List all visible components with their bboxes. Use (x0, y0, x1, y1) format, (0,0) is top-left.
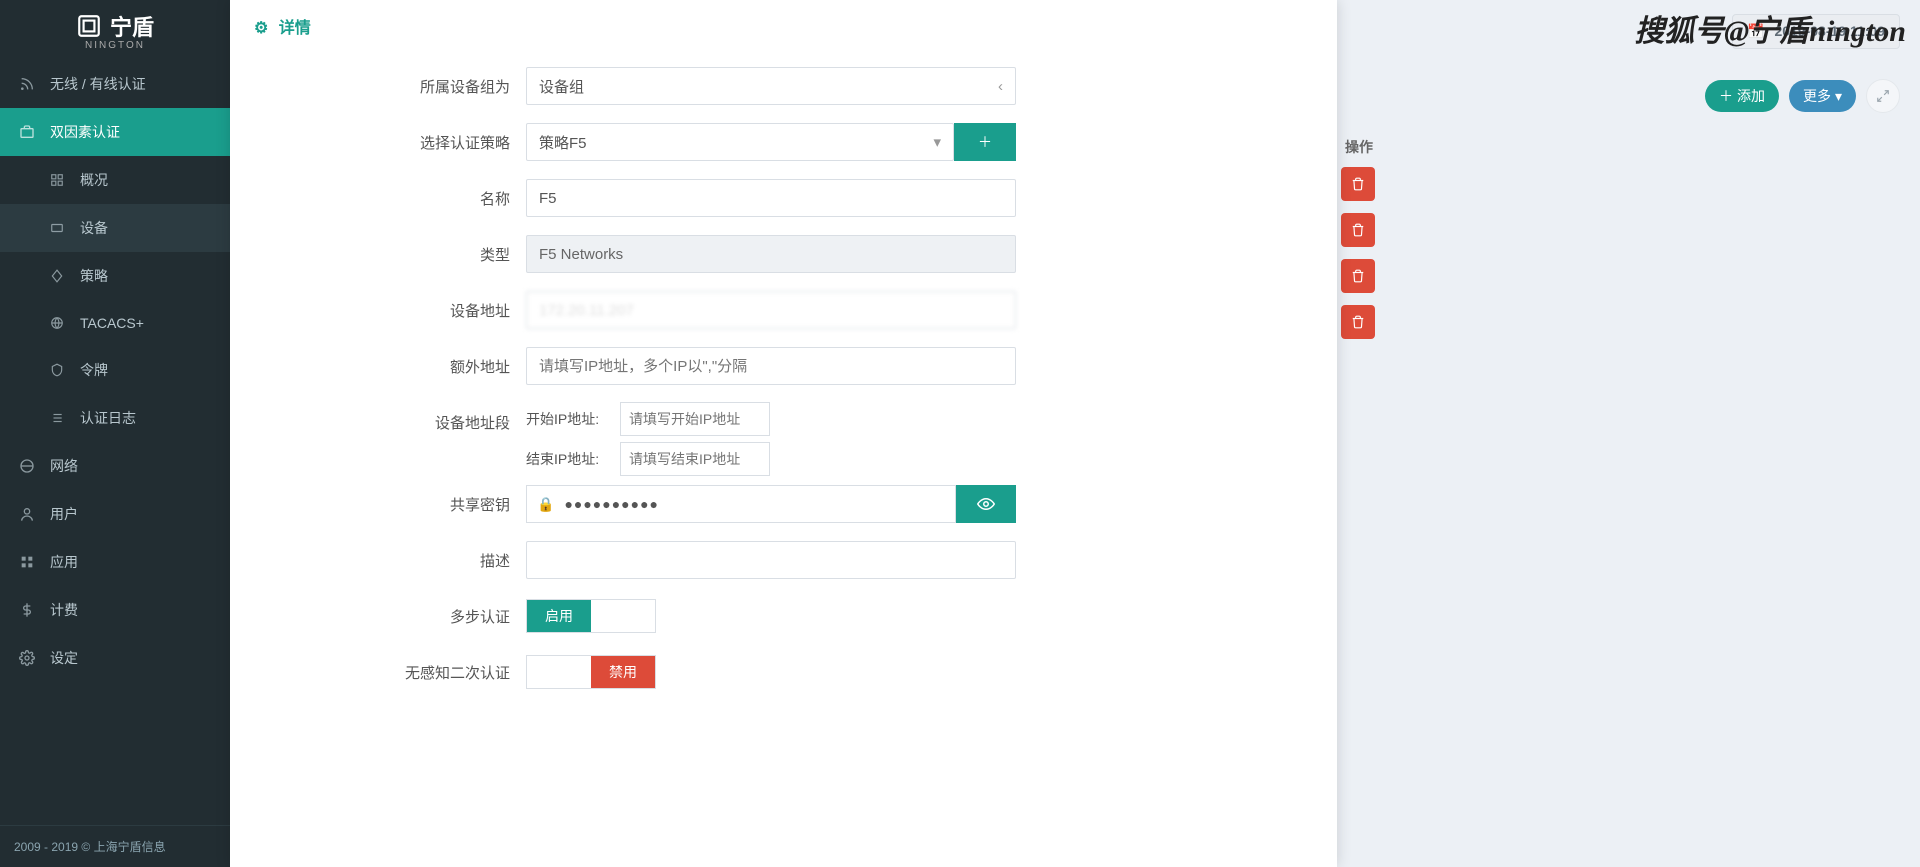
policy-select[interactable]: 策略F5 ▾ (526, 123, 954, 161)
reveal-secret-button[interactable] (956, 485, 1016, 523)
panel-title: 详情 (279, 20, 311, 37)
multistep-toggle[interactable]: 启用 (526, 599, 656, 633)
delete-row-2[interactable] (1341, 213, 1375, 247)
label-extra-addr: 额外地址 (256, 356, 526, 377)
submenu-2fa: 概况 设备 策略 TACACS+ 令牌 认证日志 (0, 156, 230, 442)
gear-icon (18, 649, 36, 667)
globe-icon (48, 314, 66, 332)
expand-button[interactable] (1866, 79, 1900, 113)
caret-down-icon: ▾ (933, 133, 941, 151)
brand-sub: NINGTON (76, 40, 154, 51)
label-group: 所属设备组为 (256, 76, 526, 97)
detail-panel: ⚙ 详情 所属设备组为 设备组 ‹ 选择认证策略 策略F5 ▾ ＋ (230, 0, 1337, 867)
subnav-overview[interactable]: 概况 (0, 156, 230, 204)
nav-billing[interactable]: 计费 (0, 586, 230, 634)
grid-icon (48, 171, 66, 189)
sidebar: 宁盾 NINGTON 无线 / 有线认证 双因素认证 概况 设备 策略 TACA… (0, 0, 230, 867)
apps-icon (18, 553, 36, 571)
subnav-token[interactable]: 令牌 (0, 346, 230, 394)
plus-icon: ＋ (1719, 86, 1733, 106)
label-type: 类型 (256, 244, 526, 265)
nav-network[interactable]: 网络 (0, 442, 230, 490)
nav-wireless-auth[interactable]: 无线 / 有线认证 (0, 60, 230, 108)
list-icon (48, 409, 66, 427)
panel-header: ⚙ 详情 (230, 0, 1337, 52)
briefcase-icon (18, 123, 36, 141)
add-button[interactable]: ＋ 添加 (1705, 80, 1779, 112)
group-select[interactable]: 设备组 ‹ (526, 67, 1016, 105)
extra-addr-input[interactable] (526, 347, 1016, 385)
user-icon (18, 505, 36, 523)
chevron-left-icon: ‹ (998, 78, 1003, 95)
subnav-authlog[interactable]: 认证日志 (0, 394, 230, 442)
label-name: 名称 (256, 188, 526, 209)
nav-app[interactable]: 应用 (0, 538, 230, 586)
globe-icon (18, 457, 36, 475)
sidebar-footer: 2009 - 2019 © 上海宁盾信息 (0, 825, 230, 867)
content-right: 📅 2019-08-19 11:09 ＋ 添加 更多 ▾ 操作 (1335, 0, 1920, 867)
label-secret: 共享密钥 (256, 494, 526, 515)
shield-icon (48, 361, 66, 379)
passive-toggle[interactable]: 禁用 (526, 655, 656, 689)
type-field: F5 Networks (526, 235, 1016, 273)
rss-icon (18, 75, 36, 93)
device-icon (48, 219, 66, 237)
name-input[interactable] (526, 179, 1016, 217)
plus-icon: ＋ (978, 132, 992, 152)
label-policy: 选择认证策略 (256, 132, 526, 153)
secret-input[interactable]: 🔒 ●●●●●●●●●● (526, 485, 956, 523)
chevron-down-icon: ▾ (1835, 88, 1842, 105)
delete-row-1[interactable] (1341, 167, 1375, 201)
label-desc: 描述 (256, 550, 526, 571)
nav-settings[interactable]: 设定 (0, 634, 230, 682)
label-end-ip: 结束IP地址: (526, 449, 620, 469)
addr-input[interactable] (526, 291, 1016, 329)
lock-icon: 🔒 (537, 496, 554, 513)
dollar-icon (18, 601, 36, 619)
label-start-ip: 开始IP地址: (526, 409, 620, 429)
subnav-policy[interactable]: 策略 (0, 252, 230, 300)
delete-row-4[interactable] (1341, 305, 1375, 339)
logo: 宁盾 NINGTON (0, 0, 230, 60)
subnav-device[interactable]: 设备 (0, 204, 230, 252)
label-passive: 无感知二次认证 (256, 662, 526, 683)
subnav-tacacs[interactable]: TACACS+ (0, 300, 230, 346)
diamond-icon (48, 267, 66, 285)
brand-name: 宁盾 (110, 10, 154, 42)
logo-icon (76, 13, 102, 39)
label-multi: 多步认证 (256, 606, 526, 627)
watermark: 搜狐号@宁盾nington (1634, 6, 1906, 50)
delete-row-3[interactable] (1341, 259, 1375, 293)
label-addr-range: 设备地址段 (256, 402, 526, 433)
add-policy-button[interactable]: ＋ (954, 123, 1016, 161)
nav-user[interactable]: 用户 (0, 490, 230, 538)
column-operate: 操作 (1341, 127, 1900, 167)
more-button[interactable]: 更多 ▾ (1789, 80, 1856, 112)
gear-icon: ⚙ (254, 20, 268, 37)
label-addr: 设备地址 (256, 300, 526, 321)
start-ip-input[interactable] (620, 402, 770, 436)
end-ip-input[interactable] (620, 442, 770, 476)
nav-2fa[interactable]: 双因素认证 (0, 108, 230, 156)
desc-input[interactable] (526, 541, 1016, 579)
